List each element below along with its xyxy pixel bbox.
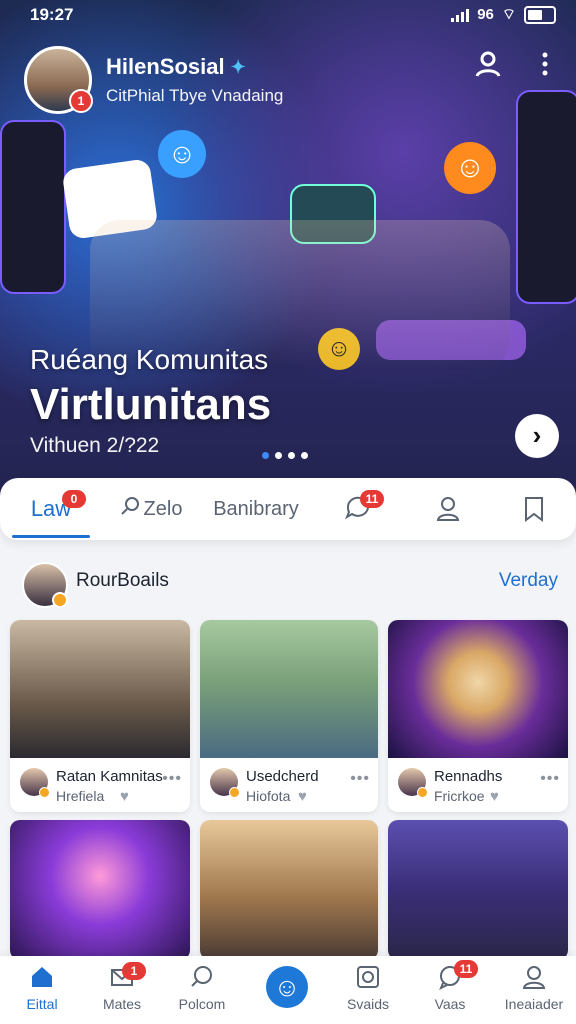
card-subtitle: Hrefiela bbox=[56, 788, 105, 804]
post-card[interactable] bbox=[200, 820, 378, 960]
status-icons: 96 ⌔ bbox=[451, 5, 556, 24]
post-image bbox=[388, 620, 568, 758]
verified-icon: ✦ bbox=[230, 57, 246, 77]
signal-icon bbox=[451, 8, 470, 22]
nav-ineaiader[interactable]: Ineaiader bbox=[494, 956, 574, 1024]
tab-badge: 0 bbox=[62, 490, 86, 508]
smile-button[interactable]: ☺ bbox=[266, 966, 308, 1008]
tab-messages[interactable] bbox=[330, 478, 386, 540]
tab-zelo[interactable]: Zelo bbox=[106, 478, 196, 540]
post-card[interactable] bbox=[10, 820, 190, 960]
hero-date: Vithuen 2/?22 bbox=[30, 434, 160, 457]
profile-name: HilenSosial bbox=[106, 54, 225, 79]
tab-label: Banibrary bbox=[213, 497, 299, 520]
card-title: Rennadhs bbox=[434, 768, 503, 785]
notification-badge: 1 bbox=[69, 89, 93, 113]
battery-icon bbox=[524, 5, 556, 24]
wifi-icon: ⌔ bbox=[501, 6, 516, 23]
profile-subtitle: CitPhial Tbye Vnadaing bbox=[106, 86, 284, 105]
user-icon[interactable] bbox=[474, 50, 502, 85]
heart-icon[interactable]: ♥ bbox=[120, 788, 129, 805]
nav-label: Svaids bbox=[346, 996, 390, 1012]
post-image bbox=[200, 820, 378, 960]
mates-badge: 1 bbox=[122, 962, 146, 980]
nav-mates[interactable]: 1 Mates bbox=[82, 956, 162, 1024]
tab-profile[interactable] bbox=[420, 478, 476, 540]
speaker-left-decor bbox=[0, 120, 66, 294]
bookmark-icon bbox=[525, 497, 543, 522]
nav-label: Ineaiader bbox=[504, 996, 564, 1012]
avatar[interactable]: 1 bbox=[24, 46, 93, 114]
nav-label: Polcom bbox=[178, 996, 226, 1012]
avatar bbox=[20, 768, 50, 798]
nav-svaids[interactable]: Svaids bbox=[328, 956, 408, 1024]
tab-bar: Law 0 Zelo Banibrary 11 bbox=[0, 478, 576, 540]
more-icon[interactable]: ••• bbox=[162, 770, 182, 788]
card-title: Usedcherd bbox=[246, 768, 319, 785]
nav-label: Eittal bbox=[26, 996, 58, 1012]
status-time: 19:27 bbox=[30, 5, 74, 24]
card-subtitle: Fricrkoe bbox=[434, 788, 485, 804]
card-subtitle: Hiofota bbox=[246, 788, 291, 804]
messages-badge: 11 bbox=[360, 490, 384, 508]
home-icon bbox=[2, 964, 82, 997]
heart-icon[interactable]: ♥ bbox=[490, 788, 499, 805]
orange-smiley-icon: ☺ bbox=[444, 142, 496, 194]
search-icon bbox=[120, 496, 140, 522]
vaas-badge: 11 bbox=[454, 960, 478, 978]
status-dot bbox=[52, 592, 68, 608]
search-icon bbox=[162, 964, 242, 997]
blue-smiley-icon: ☺ bbox=[158, 130, 206, 178]
post-image bbox=[10, 620, 190, 758]
avatar bbox=[398, 768, 428, 798]
post-image bbox=[388, 820, 568, 960]
more-vertical-icon[interactable] bbox=[540, 50, 550, 85]
hero-banner[interactable]: ☺ ☺ ☺ 19:27 96 ⌔ 1 HilenSosial ✦ CitPhia… bbox=[0, 0, 576, 510]
card-title: Ratan Kamnitas bbox=[56, 768, 163, 785]
heart-icon[interactable]: ♥ bbox=[298, 788, 307, 805]
more-icon[interactable]: ••• bbox=[350, 770, 370, 788]
next-button[interactable]: › bbox=[515, 414, 559, 458]
post-image bbox=[200, 620, 378, 758]
hero-title-small: Ruéang Komunitas bbox=[30, 344, 269, 375]
square-icon bbox=[328, 964, 408, 997]
user-icon bbox=[436, 497, 460, 521]
nav-label: Vaas bbox=[434, 996, 466, 1012]
post-card[interactable] bbox=[388, 820, 568, 960]
tab-law[interactable]: Law bbox=[12, 478, 90, 540]
tab-label: Zelo bbox=[143, 497, 183, 520]
section-title: RourBoails bbox=[76, 570, 169, 591]
see-all-link[interactable]: Verday bbox=[499, 570, 558, 592]
tab-bookmarks[interactable] bbox=[506, 478, 562, 540]
nav-polcom[interactable]: Polcom bbox=[162, 956, 242, 1024]
nav-vaas[interactable]: 11 Vaas bbox=[410, 956, 490, 1024]
carousel-dots[interactable] bbox=[262, 452, 308, 459]
active-tab-indicator bbox=[12, 535, 90, 538]
user-icon bbox=[494, 964, 574, 997]
post-card[interactable]: Rennadhs Fricrkoe ♥ ••• bbox=[388, 620, 568, 812]
post-card[interactable]: Ratan Kamnitas Hrefiela ♥ ••• bbox=[10, 620, 190, 812]
profile-header[interactable]: 1 HilenSosial ✦ CitPhial Tbye Vnadaing bbox=[24, 46, 283, 114]
more-icon[interactable]: ••• bbox=[540, 770, 560, 788]
speaker-right-decor bbox=[516, 90, 576, 304]
post-image bbox=[10, 820, 190, 960]
section-header: RourBoails Verday bbox=[0, 556, 576, 608]
nav-label: Mates bbox=[102, 996, 142, 1012]
smile-icon: ☺ bbox=[273, 972, 301, 1002]
network-label: 96 bbox=[477, 6, 494, 23]
status-bar: 19:27 96 ⌔ bbox=[0, 0, 576, 30]
post-card[interactable]: Usedcherd Hiofota ♥ ••• bbox=[200, 620, 378, 812]
tab-banibrary[interactable]: Banibrary bbox=[206, 478, 306, 540]
nav-home[interactable]: Eittal bbox=[2, 956, 82, 1024]
chat-icon bbox=[410, 964, 490, 997]
hero-title-large: Virtlunitans bbox=[30, 380, 272, 429]
avatar bbox=[210, 768, 240, 798]
